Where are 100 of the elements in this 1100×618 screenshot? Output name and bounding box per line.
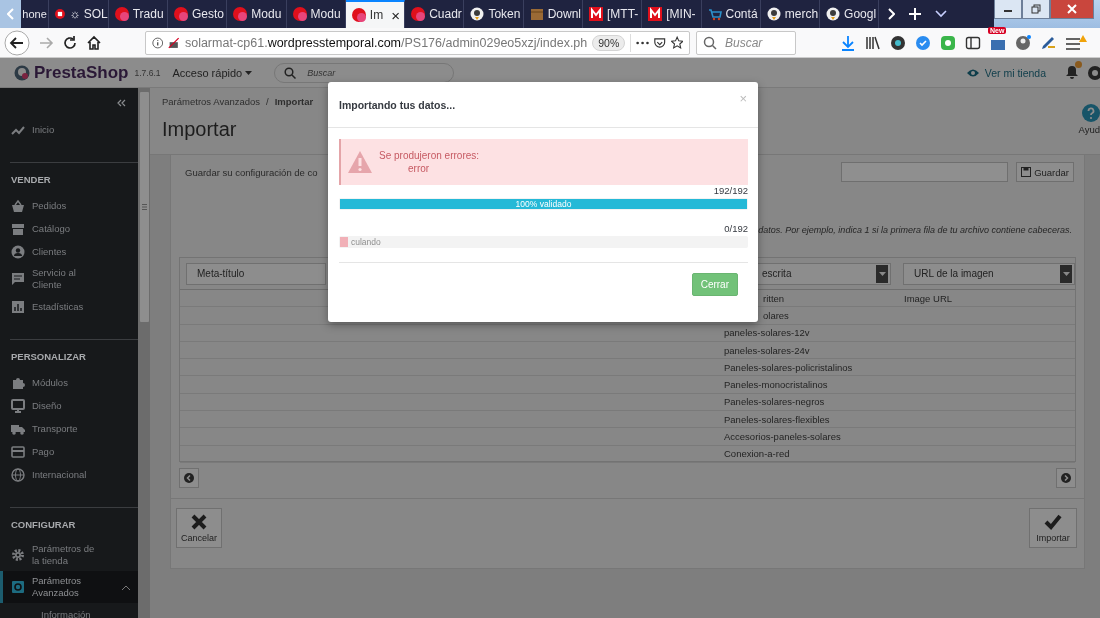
sidebar-item[interactable]: Parámetros Avanzados bbox=[0, 571, 138, 603]
camera-lens-icon[interactable] bbox=[890, 34, 906, 51]
breadcrumb-separator: / bbox=[266, 95, 269, 107]
import-button[interactable]: Importar bbox=[1029, 508, 1077, 548]
search-icon bbox=[284, 66, 297, 79]
menu-icon[interactable] bbox=[1065, 33, 1087, 52]
minimize-button[interactable] bbox=[993, 0, 1022, 19]
dialog-title: Importando tus datos... bbox=[339, 98, 456, 111]
reload-icon[interactable] bbox=[62, 34, 78, 51]
star-icon[interactable] bbox=[670, 35, 683, 50]
version-label: 1.7.6.1 bbox=[134, 67, 161, 78]
favicon-icon bbox=[411, 7, 426, 21]
browser-tab[interactable]: Im × bbox=[345, 0, 406, 28]
chevron-right-circle-icon bbox=[1061, 473, 1071, 483]
zoom-level[interactable]: 90% bbox=[592, 34, 626, 51]
sidebar-item[interactable]: Clientes bbox=[0, 240, 138, 263]
bird-icon bbox=[766, 7, 781, 21]
caret-down-icon bbox=[878, 271, 886, 276]
input-field[interactable] bbox=[841, 162, 1009, 182]
sidebar-item[interactable]: Pago bbox=[0, 440, 138, 463]
basket-icon bbox=[11, 198, 25, 213]
breadcrumb-current: Importar bbox=[274, 95, 314, 107]
quick-access-menu[interactable]: Acceso rápido bbox=[172, 66, 253, 79]
checkmark-icon bbox=[1044, 514, 1062, 530]
sidebar-item[interactable]: Inicio bbox=[0, 118, 138, 141]
page-title: Importar bbox=[162, 118, 238, 141]
sidebar-item[interactable]: Internacional bbox=[0, 463, 138, 486]
monitor-icon bbox=[11, 398, 25, 413]
plus-icon[interactable] bbox=[909, 8, 922, 20]
chevron-left-circle-icon bbox=[184, 473, 194, 483]
more-icon[interactable] bbox=[636, 40, 650, 45]
next-button[interactable] bbox=[1056, 468, 1076, 488]
help-icon[interactable] bbox=[1082, 104, 1100, 122]
pen-icon[interactable] bbox=[1040, 34, 1056, 51]
column-select[interactable]: URL de la imagen bbox=[903, 262, 1075, 285]
sidebar-item[interactable]: Diseño bbox=[0, 394, 138, 417]
url-text: solarmat-cp61.wordpresstemporal.com/PS176/admin029eo5xzj/index.ph bbox=[184, 35, 588, 50]
double-chevron-left-icon[interactable] bbox=[116, 99, 126, 107]
sidebar-item[interactable]: Transporte bbox=[0, 417, 138, 440]
progress-count: 0/192 bbox=[724, 223, 748, 234]
library-icon[interactable] bbox=[865, 34, 881, 51]
gear-icon bbox=[11, 548, 25, 562]
person-icon[interactable] bbox=[1015, 34, 1031, 51]
store-link[interactable]: Ver mi tienda bbox=[965, 66, 1046, 79]
sidebar-item[interactable]: Servicio al Cliente bbox=[0, 263, 138, 295]
logo-text: PrestaShop bbox=[34, 62, 129, 83]
sidebar-item[interactable]: Estadísticas bbox=[0, 295, 138, 318]
globe-icon bbox=[11, 467, 25, 482]
person-icon bbox=[11, 244, 25, 259]
table-cell-text: paneles-solares-12v bbox=[723, 327, 811, 339]
favicon-icon bbox=[292, 7, 307, 21]
table-cell-text: Paneles-solares-negros bbox=[723, 396, 826, 408]
chevron-down-icon[interactable] bbox=[935, 10, 948, 18]
insecure-lock-icon[interactable] bbox=[168, 35, 180, 50]
table-cell-text: ritten bbox=[762, 292, 786, 304]
save-button[interactable]: Guardar bbox=[1016, 162, 1074, 182]
sidebar-item[interactable]: Catálogo bbox=[0, 217, 138, 240]
gear-square-icon bbox=[11, 580, 25, 594]
bird-icon bbox=[826, 7, 841, 21]
info-icon[interactable] bbox=[152, 35, 164, 50]
search-field[interactable]: Buscar bbox=[696, 30, 796, 55]
cancel-button[interactable]: Cancelar bbox=[176, 508, 222, 548]
scrollbar-thumb[interactable] bbox=[139, 92, 149, 322]
download-icon[interactable] bbox=[840, 34, 856, 51]
close-window-button[interactable] bbox=[1049, 0, 1094, 19]
favicon-icon bbox=[351, 8, 366, 22]
bell-icon[interactable] bbox=[1066, 64, 1078, 79]
submenu-item[interactable]: Información bbox=[10, 603, 138, 618]
close-icon bbox=[1066, 4, 1077, 14]
sidebar-item[interactable]: Módulos bbox=[0, 371, 138, 394]
letter-m-icon bbox=[588, 7, 603, 21]
table-cell-text: Paneles-solares-flexibles bbox=[723, 413, 831, 425]
table-cell-text: Accesorios-paneles-solares bbox=[723, 431, 842, 442]
storefront-icon bbox=[11, 221, 25, 236]
alert-title: Se produjeron errores: bbox=[379, 150, 480, 161]
notification-dot-icon bbox=[1075, 60, 1082, 68]
grip-icon bbox=[141, 204, 147, 210]
bar-chart-icon bbox=[11, 299, 25, 314]
favicon-icon bbox=[114, 7, 129, 21]
sidebar-item[interactable]: Pedidos bbox=[0, 194, 138, 217]
close-button[interactable]: × bbox=[391, 6, 401, 24]
address-bar[interactable]: solarmat-cp61.wordpresstemporal.com/PS176/admin029eo5xzj/index.ph 90% bbox=[145, 30, 690, 55]
previous-button[interactable] bbox=[179, 468, 199, 488]
pocket-icon[interactable] bbox=[654, 35, 666, 50]
table-cell-text: paneles-solares-24v bbox=[723, 344, 811, 356]
alert-message: error bbox=[407, 163, 431, 174]
puzzle-piece-icon bbox=[11, 375, 25, 390]
table-cell-text: Conexion-a-red bbox=[723, 448, 791, 460]
sidebar-item[interactable]: Parámetros de la tienda bbox=[0, 539, 138, 571]
progress-label: 100% validado bbox=[515, 198, 572, 210]
column-select[interactable]: Meta-título bbox=[186, 262, 326, 285]
form-label: Guardar su configuración de co bbox=[185, 166, 318, 178]
favicon-icon bbox=[174, 7, 188, 21]
sidebar-icon[interactable] bbox=[965, 34, 981, 51]
bird-icon bbox=[470, 7, 485, 21]
chevron-right-icon[interactable] bbox=[887, 8, 896, 20]
home-icon[interactable] bbox=[86, 34, 102, 51]
check-badge-icon[interactable] bbox=[915, 34, 931, 51]
breadcrumb-link[interactable]: Parámetros Avanzados bbox=[162, 95, 261, 107]
caret-down-icon bbox=[245, 70, 253, 75]
